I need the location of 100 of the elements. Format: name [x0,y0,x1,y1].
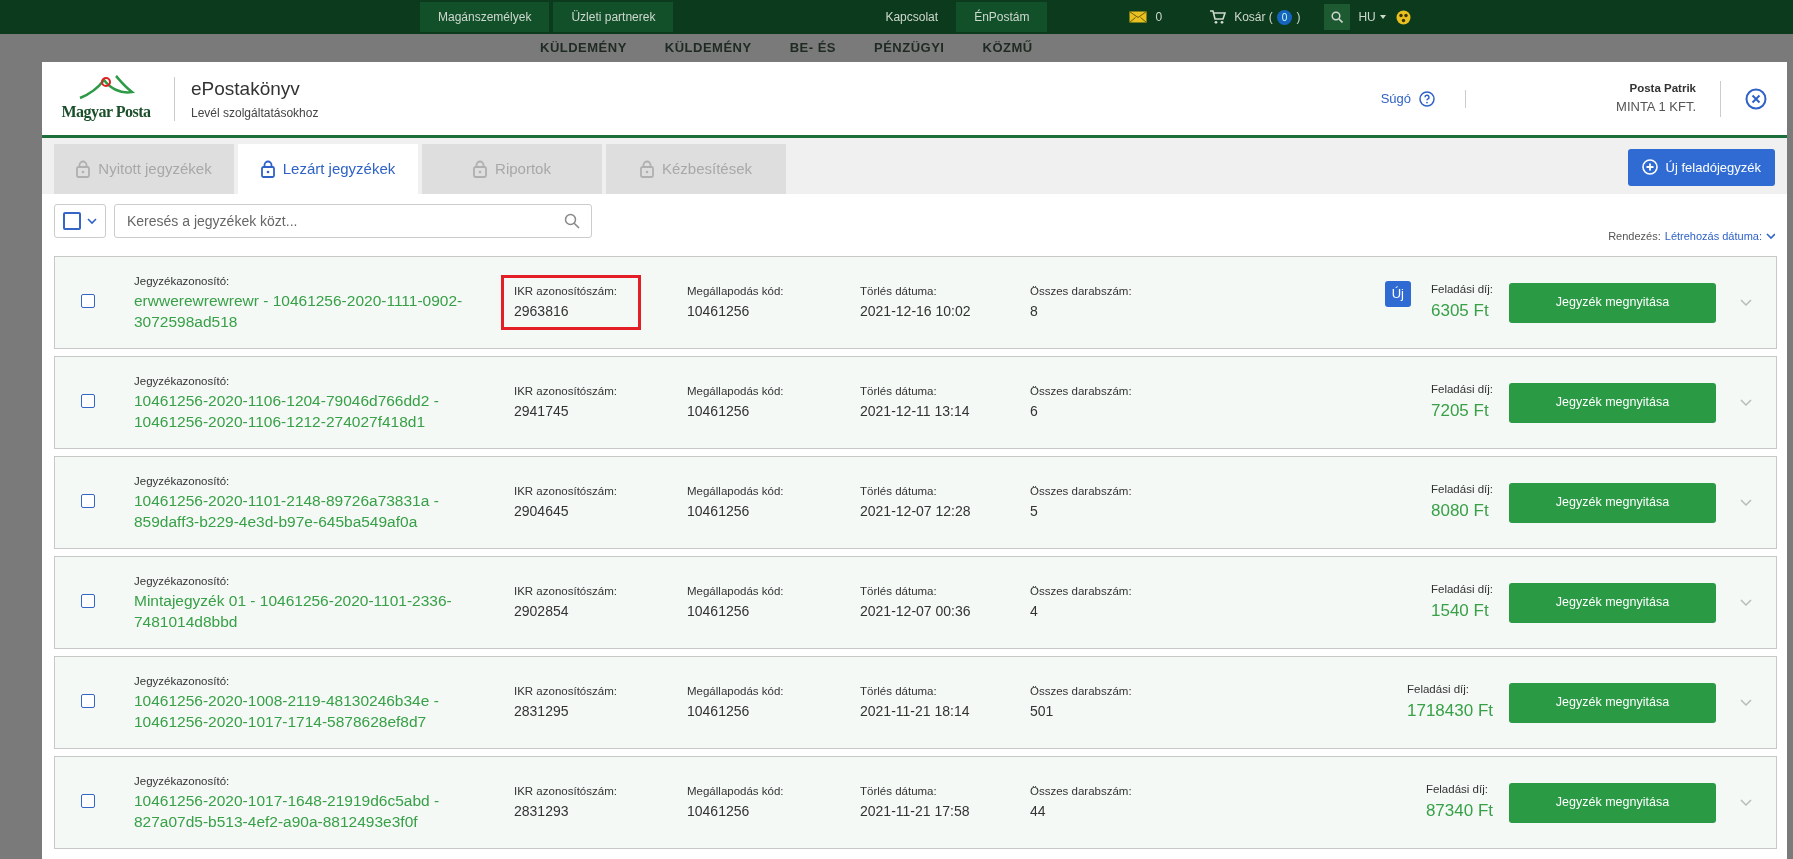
field-label: Törlés dátuma: [860,784,938,800]
field-value: 2902854 [514,601,570,621]
field-value: 10461256 [687,801,751,821]
search-field[interactable]: Keresés a jegyzékek közt... [114,204,592,238]
field-value: 5 [1030,501,1039,521]
field-value: 2021-11-21 18:14 [860,701,971,721]
field-label: Törlés dátuma: [860,384,938,400]
field-label: Törlés dátuma: [860,684,938,700]
chevron-down-icon [87,217,97,225]
nav-button[interactable]: Magánszemélyek [420,2,550,32]
lock-icon [260,160,275,178]
list-id: 10461256-2020-1106-1204-79046d766dd2 - 10461256-2020-1106-1212-274027f418d1 [134,390,440,433]
field-value: 2021-11-21 17:58 [860,801,971,821]
trefoil-icon[interactable] [1395,9,1411,25]
row-checkbox[interactable] [81,493,95,508]
field-label: Megállapodás kód: [687,684,785,700]
field-label: IKR azonosítószám: [514,684,618,700]
chevron-down-icon [1766,233,1775,240]
field-value: 8 [1030,301,1039,321]
field-value: 2021-12-11 13:14 [860,401,971,421]
field-label: Megállapodás kód: [687,584,785,600]
cart-count: 0 [1276,9,1293,25]
envelope-icon[interactable] [1129,11,1148,23]
field-label: IKR azonosítószám: [514,784,618,800]
app-title: ePostakönyv [191,77,301,102]
field-label: IKR azonosítószám: [514,384,618,400]
field-label: Jegyzékazonosító: [134,673,231,689]
field-value: 10461256 [687,301,751,321]
tab[interactable]: Lezárt jegyzékek [238,144,418,194]
open-list-button[interactable]: Jegyzék megnyitása [1509,782,1716,823]
field-value: 44 [1030,801,1047,821]
field-value: 10461256 [687,601,751,621]
user-name: Posta Patrik [1629,81,1696,97]
field-label: Törlés dátuma: [860,484,938,500]
field-value: 2941745 [514,401,570,421]
cart-link[interactable]: Kosár ( 0 ) [1226,8,1301,26]
row-checkbox[interactable] [81,393,95,408]
field-label: Jegyzékazonosító: [134,373,231,389]
fee-value: 7205 Ft [1431,400,1490,423]
row-checkbox[interactable] [81,293,95,308]
search-button[interactable] [1324,4,1351,30]
open-list-button[interactable]: Jegyzék megnyitása [1509,682,1716,723]
field-value: 2904645 [514,501,570,521]
field-label: Összes darabszám: [1030,784,1133,800]
close-icon[interactable] [1745,87,1767,110]
row-checkbox[interactable] [81,793,95,808]
field-value: 2021-12-07 00:36 [860,601,972,621]
language-dropdown[interactable]: HU [1358,8,1386,26]
fee-value: 1540 Ft [1431,600,1490,623]
help-link[interactable]: Súgó [1380,88,1436,109]
cart-icon[interactable] [1210,10,1227,24]
list-id: 10461256-2020-1008-2119-48130246b34e - 10461256-2020-1017-1714-5878628ef8d7 [134,690,440,733]
list-id: erwwerewrewrewr - 10461256-2020-1111-0902-3072598ad518 [134,290,464,333]
fee-label: Feladási díj: [1431,482,1493,498]
fee-label: Feladási díj: [1431,282,1493,298]
row-checkbox[interactable] [81,693,95,708]
field-label: Megállapodás kód: [687,484,785,500]
nav-link[interactable]: Kapcsolat [867,8,957,26]
search-icon [1331,11,1344,23]
fee-value: 8080 Ft [1431,500,1490,523]
field-label: Összes darabszám: [1030,584,1133,600]
app-subtitle: Levél szolgáltatásokhoz [191,104,319,122]
field-label: IKR azonosítószám: [514,484,618,500]
field-label: Megállapodás kód: [687,284,785,300]
lock-icon [76,160,91,178]
field-value: 2831293 [514,801,570,821]
fee-value: 6305 Ft [1431,300,1490,323]
field-label: Megállapodás kód: [687,384,785,400]
field-value: 2963816 [514,301,570,321]
search-icon [564,213,580,229]
open-list-button[interactable]: Jegyzék megnyitása [1509,282,1716,323]
new-list-button[interactable]: Új feladójegyzék [1627,148,1775,186]
select-all-dropdown[interactable] [54,204,106,238]
sort-dropdown[interactable]: Létrehozás dátuma: [1664,228,1775,245]
field-value: 10461256 [687,501,751,521]
fee-label: Feladási díj: [1407,682,1470,698]
field-value: 4 [1030,601,1039,621]
nav-button[interactable]: ÉnPostám [956,2,1048,32]
nav-button[interactable]: Üzleti partnerek [553,2,674,32]
row-checkbox[interactable] [81,593,95,608]
help-icon [1419,90,1436,107]
open-list-button[interactable]: Jegyzék megnyitása [1509,382,1716,423]
logo-text: Magyar Posta [61,101,151,123]
fee-label: Feladási díj: [1431,382,1493,398]
list-id: 10461256-2020-1101-2148-89726a73831a - 859daff3-b229-4e3d-b97e-645ba549af0a [134,490,440,533]
field-label: Jegyzékazonosító: [134,573,231,589]
mail-count: 0 [1155,9,1163,26]
field-value: 2021-12-07 12:28 [860,501,972,521]
field-value: 2831295 [514,701,570,721]
open-list-button[interactable]: Jegyzék megnyitása [1509,482,1716,523]
plus-circle-icon [1641,159,1658,176]
field-label: IKR azonosítószám: [514,284,618,300]
fee-value: 87340 Ft [1425,800,1493,823]
field-label: Összes darabszám: [1030,284,1133,300]
lock-icon [473,160,488,178]
field-label: Összes darabszám: [1030,384,1133,400]
caret-icon [1379,15,1386,19]
field-label: Jegyzékazonosító: [134,773,231,789]
lock-icon [639,160,654,178]
open-list-button[interactable]: Jegyzék megnyitása [1509,582,1716,623]
